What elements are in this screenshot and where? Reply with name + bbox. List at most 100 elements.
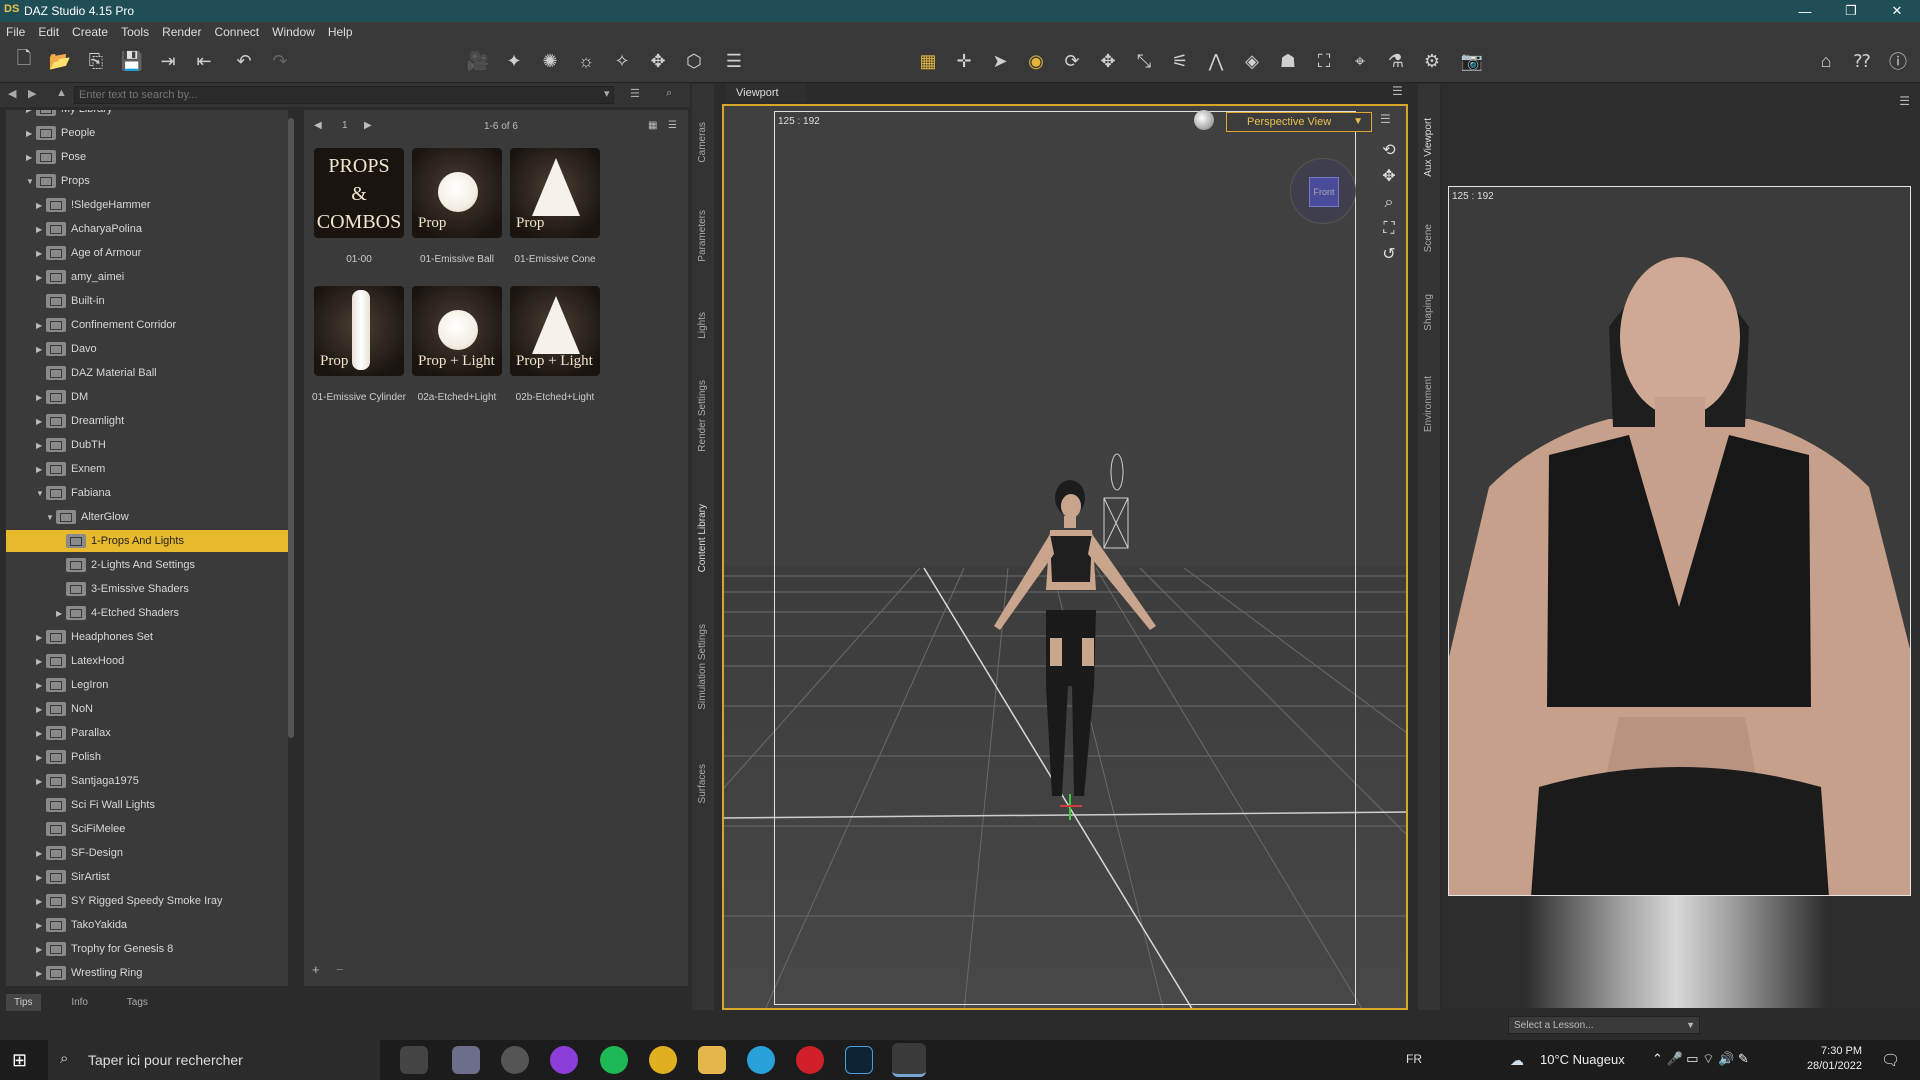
tab-info[interactable]: Info xyxy=(63,994,96,1011)
tree-item[interactable]: ▶ Headphones Set xyxy=(6,626,288,648)
tab-scene[interactable]: Scene xyxy=(1423,224,1434,252)
tree-item[interactable]: ▶ Dreamlight xyxy=(6,410,288,432)
tree-item[interactable]: ▶ Davo xyxy=(6,338,288,360)
tab-content-library[interactable]: Content Library xyxy=(697,504,708,572)
tree-item[interactable]: ▶ SirArtist xyxy=(6,866,288,888)
tree-item[interactable]: ▶ !SledgeHammer xyxy=(6,194,288,216)
up-icon[interactable]: ▲ xyxy=(56,87,67,99)
expand-arrow-icon[interactable]: ▶ xyxy=(36,465,46,474)
light-tool-icon[interactable]: ✧ xyxy=(610,49,634,73)
rotate-icon[interactable]: ⟳ xyxy=(1060,49,1084,73)
collapse-arrow-icon[interactable]: ▼ xyxy=(26,177,36,186)
telegram-icon[interactable] xyxy=(747,1046,775,1074)
tree-item[interactable]: Built-in xyxy=(6,290,288,312)
zoom-icon[interactable]: ⌕ xyxy=(1378,190,1400,216)
expand-arrow-icon[interactable]: ▶ xyxy=(36,657,46,666)
windows-start-icon[interactable]: ⊞ xyxy=(12,1050,27,1071)
messenger-icon[interactable] xyxy=(550,1046,578,1074)
expand-arrow-icon[interactable]: ▶ xyxy=(36,729,46,738)
scale-icon[interactable]: ⤡ xyxy=(1132,49,1156,73)
viewport-tab[interactable]: Viewport xyxy=(726,84,806,102)
remove-icon[interactable]: − xyxy=(336,962,350,977)
new-scene-icon[interactable]: 🗋 xyxy=(12,48,36,73)
spotify-icon[interactable] xyxy=(600,1046,628,1074)
app-icon-2[interactable] xyxy=(501,1046,529,1074)
content-thumbnail[interactable]: PROPS & COMBOS xyxy=(314,148,404,238)
undo-icon[interactable]: ↶ xyxy=(232,49,256,73)
expand-arrow-icon[interactable]: ▶ xyxy=(56,609,66,618)
expand-arrow-icon[interactable]: ▶ xyxy=(36,249,46,258)
viewport-options-icon[interactable]: ☰ xyxy=(1380,112,1391,126)
search-input[interactable] xyxy=(74,86,614,104)
tree-item[interactable]: ▶ 4-Etched Shaders xyxy=(6,602,288,624)
tree-item[interactable]: ▼ Props xyxy=(6,170,288,192)
menu-tools[interactable]: Tools xyxy=(121,25,149,39)
menu-window[interactable]: Window xyxy=(272,25,315,39)
lightroom-icon[interactable] xyxy=(845,1046,873,1074)
app-icon-1[interactable] xyxy=(452,1046,480,1074)
daz-store-icon[interactable]: ⌂ xyxy=(1814,49,1838,73)
tree-item[interactable]: ▶ My Library xyxy=(6,110,288,120)
spot-light-icon[interactable]: ✦ xyxy=(502,49,526,73)
tab-simulation-settings[interactable]: Simulation Settings xyxy=(697,624,708,710)
content-thumbnail[interactable]: Prop xyxy=(412,148,502,238)
expand-arrow-icon[interactable]: ▶ xyxy=(36,753,46,762)
view-cube[interactable]: Front xyxy=(1290,158,1356,224)
expand-arrow-icon[interactable]: ▶ xyxy=(36,705,46,714)
surface-selection-icon[interactable]: ◈ xyxy=(1240,49,1264,73)
notification-icon[interactable]: 🗨 xyxy=(1881,1051,1900,1069)
camera-tool-icon[interactable]: ⛶ xyxy=(1312,49,1336,73)
tree-item[interactable]: ▶ LegIron xyxy=(6,674,288,696)
viewport-menu-icon[interactable]: ☰ xyxy=(1392,84,1403,98)
tree-item[interactable]: ▶ Age of Armour xyxy=(6,242,288,264)
tab-environment[interactable]: Environment xyxy=(1423,376,1434,432)
search-icon[interactable]: ⌕ xyxy=(666,87,672,100)
tree-item[interactable]: ▶ Trophy for Genesis 8 xyxy=(6,938,288,960)
primitive-icon[interactable]: ⬡ xyxy=(682,49,706,73)
aux-viewport[interactable] xyxy=(1448,186,1911,896)
tray-icons[interactable]: ⌃ 🎤 ▭ ⌔ 🔊 ✎ xyxy=(1652,1051,1749,1067)
universal-tool-icon[interactable]: ✛ xyxy=(952,49,976,73)
tree-item[interactable]: DAZ Material Ball xyxy=(6,362,288,384)
collapse-arrow-icon[interactable]: ▼ xyxy=(46,513,56,522)
expand-arrow-icon[interactable]: ▶ xyxy=(26,110,36,114)
page-forward-icon[interactable]: ▶ xyxy=(364,120,372,131)
render-settings-icon[interactable]: ⚙ xyxy=(1420,49,1444,73)
lesson-select[interactable]: Select a Lesson... ▼ xyxy=(1508,1016,1700,1034)
export-icon[interactable]: ⇤ xyxy=(192,49,216,73)
page-number[interactable]: 1 xyxy=(342,120,348,131)
figure-tool-icon[interactable]: ☗ xyxy=(1276,49,1300,73)
expand-arrow-icon[interactable]: ▶ xyxy=(36,897,46,906)
tab-aux-viewport[interactable]: Aux Viewport xyxy=(1423,118,1434,177)
tree-item[interactable]: ▶ DM xyxy=(6,386,288,408)
taskbar-search[interactable]: ⌕ Taper ici pour rechercher xyxy=(48,1040,380,1080)
expand-arrow-icon[interactable]: ▶ xyxy=(36,633,46,642)
tab-shaping[interactable]: Shaping xyxy=(1423,294,1434,331)
tree-item[interactable]: ▶ Confinement Corridor xyxy=(6,314,288,336)
tree-item[interactable]: ▼ Fabiana xyxy=(6,482,288,504)
merge-icon[interactable]: ⎘ xyxy=(84,49,108,73)
grid-tool-icon[interactable]: ▦ xyxy=(916,49,940,73)
back-icon[interactable]: ◀ xyxy=(8,87,16,100)
tree-item[interactable]: ▶ NoN xyxy=(6,698,288,720)
content-thumbnail[interactable]: Prop + Light xyxy=(510,286,600,376)
active-pose-icon[interactable]: ◉ xyxy=(1024,49,1048,73)
weather-text[interactable]: 10°C Nuageux xyxy=(1540,1052,1625,1067)
expand-arrow-icon[interactable]: ▶ xyxy=(36,393,46,402)
close-button[interactable]: ✕ xyxy=(1874,0,1920,22)
forward-icon[interactable]: ▶ xyxy=(28,87,36,100)
node-select-icon[interactable]: ➤ xyxy=(988,49,1012,73)
tab-render-settings[interactable]: Render Settings xyxy=(697,380,708,452)
render-icon[interactable]: 📷 xyxy=(1460,49,1484,73)
search-dropdown-icon[interactable]: ▾ xyxy=(604,87,610,100)
menu-render[interactable]: Render xyxy=(162,25,201,39)
menu-edit[interactable]: Edit xyxy=(38,25,59,39)
list-view-icon[interactable]: ☰ xyxy=(668,120,677,131)
tab-surfaces[interactable]: Surfaces xyxy=(697,764,708,803)
import-icon[interactable]: ⇥ xyxy=(156,49,180,73)
tree-item[interactable]: ▶ Polish xyxy=(6,746,288,768)
tree-item[interactable]: ▶ Parallax xyxy=(6,722,288,744)
expand-arrow-icon[interactable]: ▶ xyxy=(36,273,46,282)
tree-item[interactable]: ▶ Santjaga1975 xyxy=(6,770,288,792)
tree-item[interactable]: 3-Emissive Shaders xyxy=(6,578,288,600)
